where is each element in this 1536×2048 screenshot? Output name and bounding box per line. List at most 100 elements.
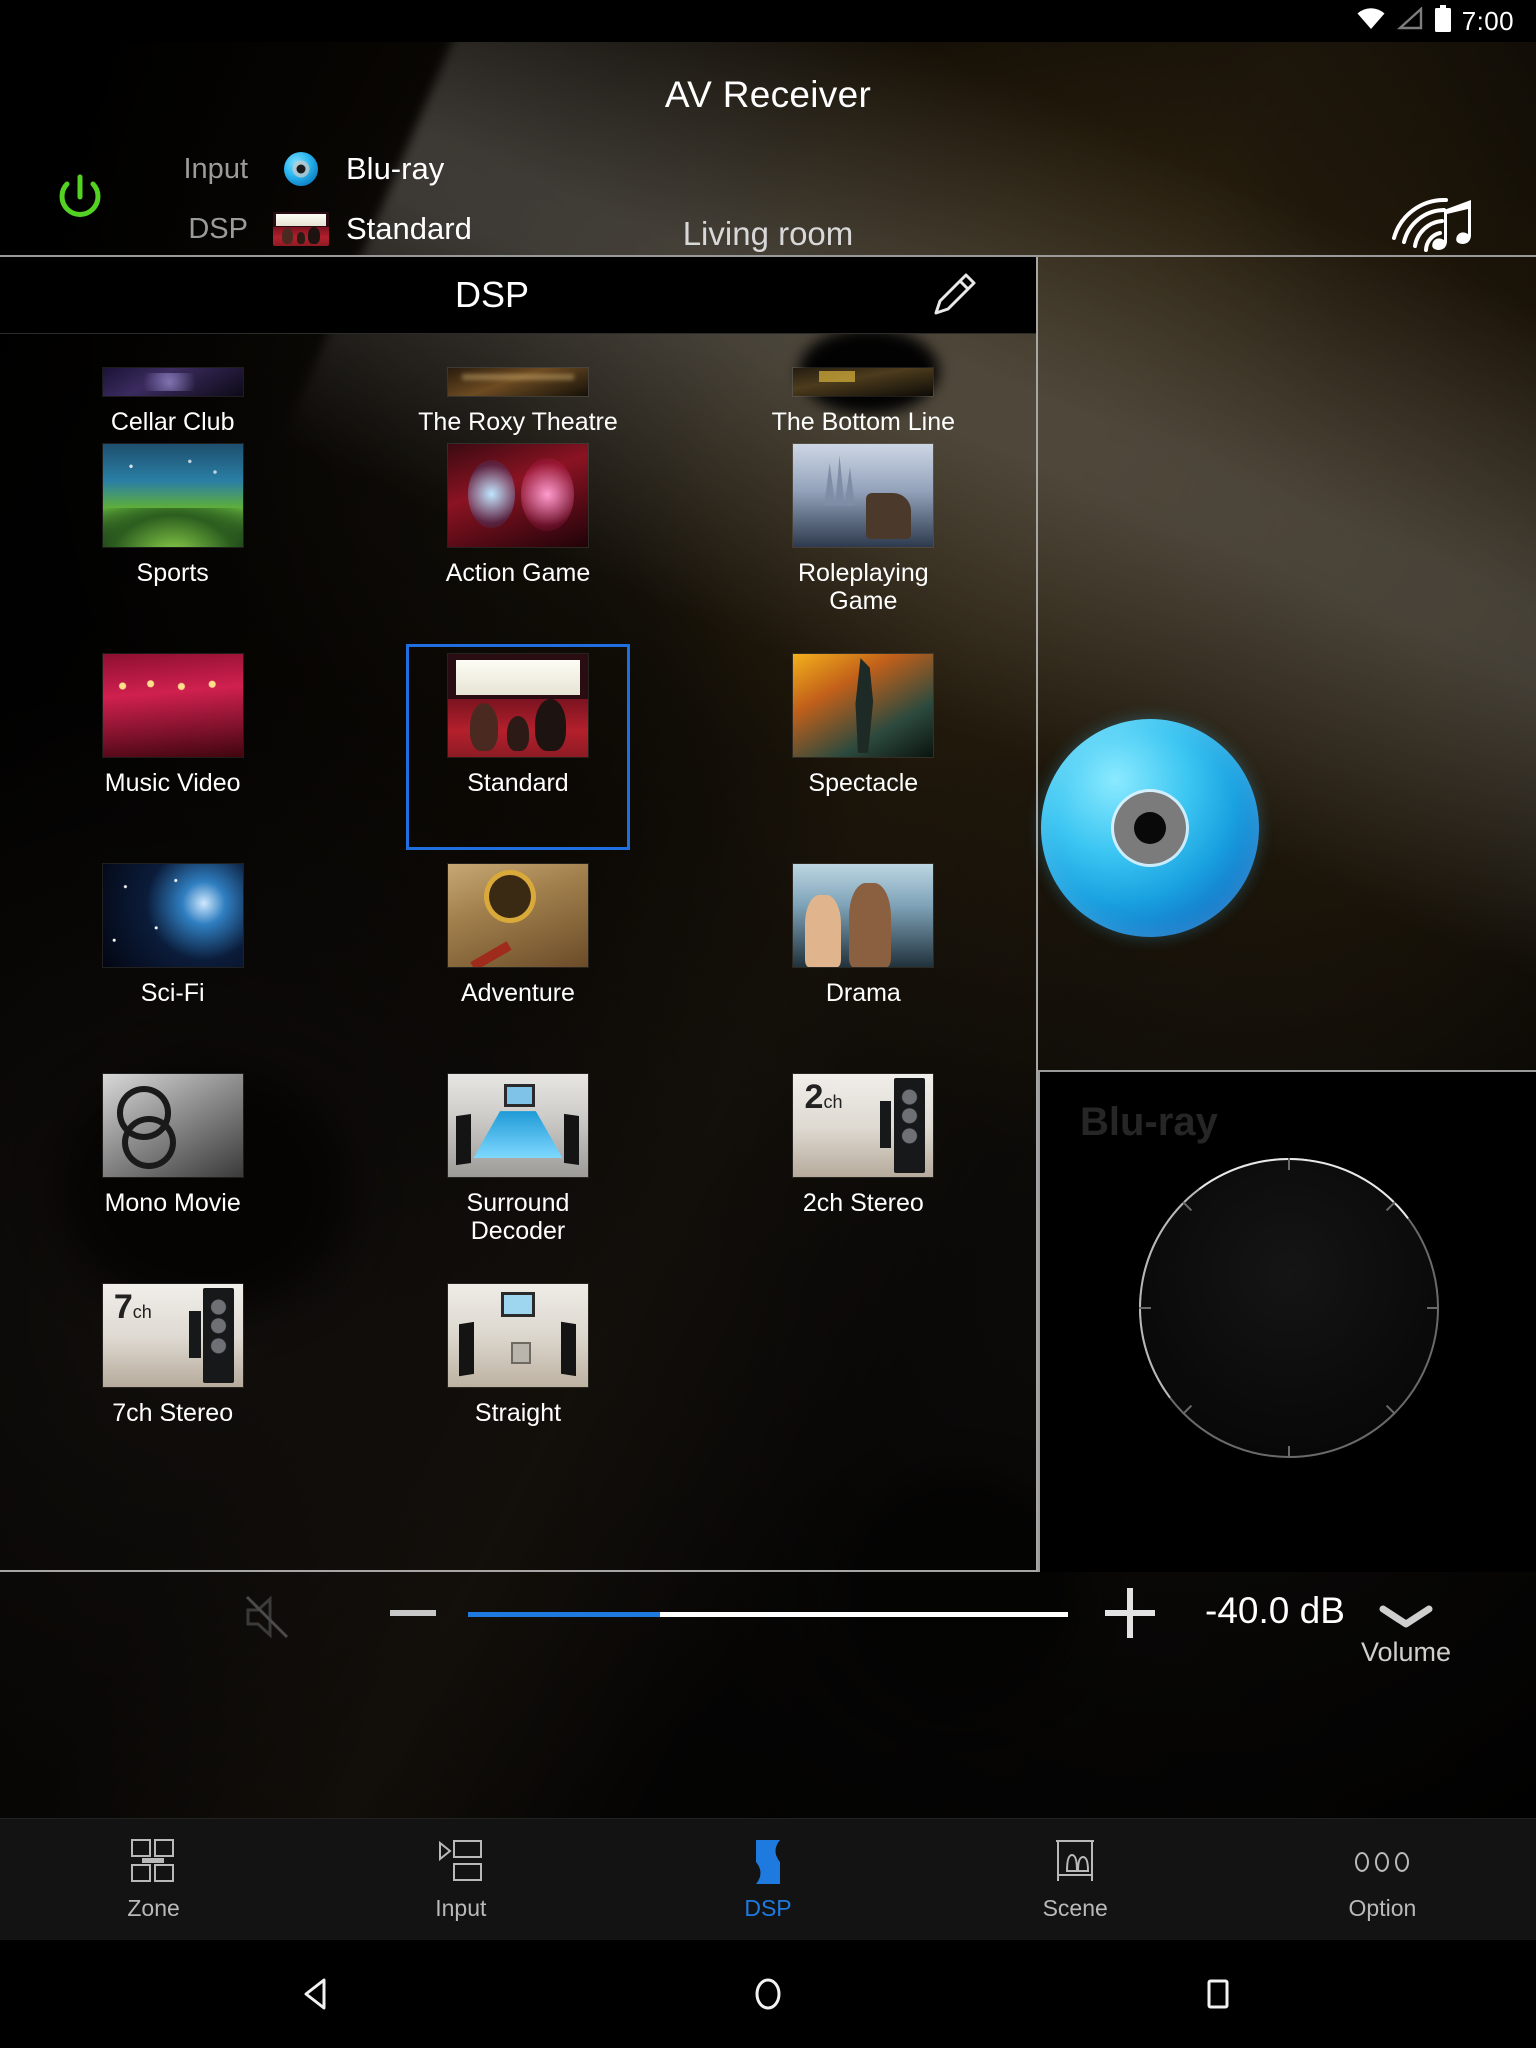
dsp-panel-title: DSP [454,274,530,315]
page-title: AV Receiver [664,74,872,115]
dsp-program-drama[interactable]: Drama [691,856,1036,1066]
tab-input[interactable]: Input [307,1819,614,1940]
recents-icon[interactable] [1183,1959,1253,2029]
program-thumbnail [102,1074,243,1177]
program-label: Adventure [461,979,575,1007]
program-label: 2ch Stereo [802,1189,924,1217]
program-thumbnail [793,444,934,547]
program-thumbnail [447,654,588,757]
volume-level-text: -40.0 dB [1205,1590,1345,1631]
zone-icon [129,1837,179,1887]
tab-label: Option [1348,1895,1417,1921]
program-label: The Roxy Theatre [418,408,618,436]
program-label: Spectacle [808,769,919,797]
program-thumbnail [447,368,588,396]
program-thumbnail [447,444,588,547]
thumb-badge-number: 7 [113,1288,133,1327]
program-label: Roleplaying Game [798,559,929,615]
mute-icon[interactable] [238,1588,296,1646]
dsp-grid-empty-cell [691,1276,1036,1486]
volume-down-button[interactable] [390,1610,436,1616]
program-thumbnail [102,654,243,757]
scene-icon [1050,1837,1100,1887]
app-header: AV Receiver Input Blu-ray DSP Standard L… [0,42,1536,255]
volume-dial[interactable] [1119,1138,1459,1478]
tab-label: Zone [127,1895,180,1921]
program-label: Standard [467,769,569,797]
program-label: Surround Decoder [466,1189,570,1245]
tab-zone[interactable]: Zone [0,1819,307,1940]
dsp-program-roleplaying-game[interactable]: Roleplaying Game [691,436,1036,646]
tab-dsp[interactable]: DSP [614,1819,921,1940]
program-label: Action Game [445,559,591,587]
dsp-program-standard[interactable]: Standard [345,644,690,856]
dsp-program-music-video[interactable]: Music Video [0,646,345,856]
program-thumbnail [447,1074,588,1177]
program-label: Music Video [104,769,241,797]
dsp-program-the-bottom-line[interactable]: The Bottom Line [691,334,1036,436]
program-label: Cellar Club [110,408,235,436]
dsp-program-surround-decoder[interactable]: Surround Decoder [345,1066,690,1276]
dsp-panel: DSP Cellar Club The Roxy Theatre The Bot… [0,257,1038,1572]
android-status-bar: 7:00 [0,0,1536,42]
bottom-tab-bar: Zone Input DSP Scene Option [0,1818,1536,1940]
dsp-program-grid: Cellar Club The Roxy Theatre The Bottom … [0,334,1036,1486]
volume-slider[interactable] [468,1612,1068,1617]
program-thumbnail [793,368,934,396]
input-row-label: Input [183,152,249,185]
dsp-program-sci-fi[interactable]: Sci-Fi [0,856,345,1066]
bluray-disc-icon [273,152,329,186]
program-label: The Bottom Line [771,408,956,436]
chevron-down-icon [1378,1605,1434,1634]
dsp-program-7ch-stereo[interactable]: 7ch 7ch Stereo [0,1276,345,1486]
program-thumbnail [793,654,934,757]
dsp-program-sports[interactable]: Sports [0,436,345,646]
tab-option[interactable]: Option [1229,1819,1536,1940]
program-label: Sci-Fi [140,979,205,1007]
thumb-badge-unit: ch [823,1092,843,1113]
dsp-program-action-game[interactable]: Action Game [345,436,690,646]
dsp-icon [743,1837,793,1887]
dial-source-label: Blu-ray [1080,1100,1218,1144]
program-thumbnail: 2ch [793,1074,934,1177]
program-thumbnail [447,1284,588,1387]
program-thumbnail [102,368,243,396]
input-row[interactable]: Input Blu-ray [160,139,580,199]
dsp-program-scroll[interactable]: Cellar Club The Roxy Theatre The Bottom … [0,334,1036,1570]
program-thumbnail [793,864,934,967]
volume-collapse-button[interactable]: Volume [1336,1604,1476,1668]
program-thumbnail [102,444,243,547]
zone-name: Living room [682,215,854,252]
dsp-program-cellar-club[interactable]: Cellar Club [0,334,345,436]
volume-collapse-label: Volume [1360,1637,1452,1667]
volume-strip: Volume -40.0 dB [0,1574,1536,1818]
tab-label: DSP [744,1895,792,1921]
home-icon[interactable] [733,1959,803,2029]
dsp-program-adventure[interactable]: Adventure [345,856,690,1066]
dsp-program-mono-movie[interactable]: Mono Movie [0,1066,345,1276]
tab-label: Input [435,1895,487,1921]
thumb-badge-number: 2 [804,1078,824,1117]
musiccast-icon[interactable] [1388,190,1484,258]
android-nav-bar [0,1940,1536,2048]
tab-label: Scene [1042,1895,1108,1921]
back-icon[interactable] [283,1959,353,2029]
input-icon [436,1837,486,1887]
dsp-panel-header: DSP [0,257,1036,334]
dsp-program-spectacle[interactable]: Spectacle [691,646,1036,856]
volume-slider-fill [468,1612,660,1617]
program-label: Sports [136,559,209,587]
dsp-program-2ch-stereo[interactable]: 2ch 2ch Stereo [691,1066,1036,1276]
header-divider [0,255,1536,257]
signal-icon [1396,5,1424,36]
dsp-program-straight[interactable]: Straight [345,1276,690,1486]
thumb-badge-unit: ch [132,1302,152,1323]
pencil-icon[interactable] [924,265,984,325]
tab-scene[interactable]: Scene [922,1819,1229,1940]
app-root: 7:00 AV Receiver Input Blu-ray DSP Stand… [0,0,1536,2048]
battery-icon [1434,4,1452,38]
program-label: 7ch Stereo [112,1399,234,1427]
volume-up-button[interactable] [1105,1588,1155,1638]
dsp-program-the-roxy-theatre[interactable]: The Roxy Theatre [345,334,690,436]
bluray-disc-large-icon [1041,719,1259,937]
